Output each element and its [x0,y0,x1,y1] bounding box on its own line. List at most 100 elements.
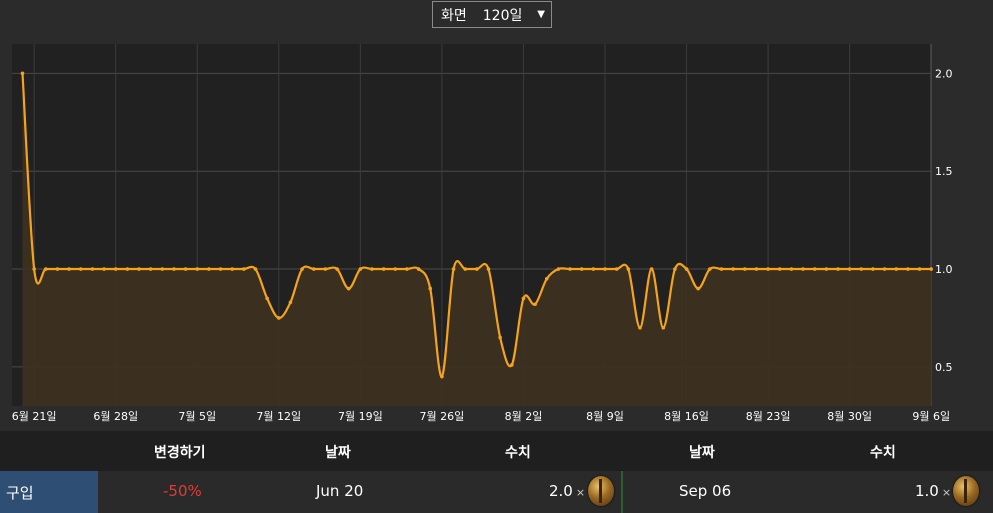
data-point [859,267,864,271]
data-point [358,267,363,271]
x-tick-label: 7월 19일 [338,409,383,423]
data-point [754,267,759,271]
data-point [405,267,409,271]
data-point [871,267,875,271]
times-sign: × [941,486,952,499]
data-point [183,267,188,271]
data-point [148,267,153,271]
data-point [55,267,60,271]
chart-svg: 0.5 1.0 1.5 2.0 6월 21일 6월 28일 7월 5일 7월 12일 7월 19… [12,44,953,423]
data-point [486,267,491,271]
data-point [125,267,130,271]
data-point [719,267,724,271]
x-tick-label: 7월 5일 [178,409,216,423]
data-point [906,267,910,271]
data-point [207,267,211,271]
x-tick-label: 8월 30일 [827,409,872,423]
x-tick-label: 6월 28일 [93,409,138,423]
data-point [579,267,584,271]
data-point [463,267,468,271]
data-point [743,267,747,271]
price-chart: 0.5 1.0 1.5 2.0 6월 21일 6월 28일 7월 5일 7월 12일 7월 19… [0,30,993,430]
data-point [440,374,444,379]
data-point [894,267,899,271]
data-point [277,316,281,320]
header-date-2: 날짜 [689,445,715,461]
data-point [917,267,922,271]
data-point [20,71,25,76]
data-point [253,267,258,271]
data-point [882,267,887,271]
view-select-value: 120일 [482,7,523,24]
data-point [475,267,479,271]
data-point [568,267,572,271]
data-point [370,267,374,271]
data-point [708,267,712,271]
row-type-label: 구입 [6,484,34,502]
data-point [195,267,200,271]
data-point [603,267,607,271]
data-point [265,296,269,301]
data-point [824,267,829,271]
data-point [661,325,666,330]
data-point [381,267,386,271]
value-2-amount: 1.0 [915,482,939,500]
data-point [90,267,95,271]
data-point [626,267,631,271]
data-point [416,267,421,271]
x-tick-label: 8월 2일 [505,409,543,423]
data-point [777,267,782,271]
top-bar: 화면 120일 ▼ [0,0,993,30]
times-sign: × [575,486,586,499]
date-2-value: Sep 06 [679,482,732,500]
data-point [521,296,526,301]
data-point [78,267,83,271]
header-value-2: 수치 [870,445,896,461]
data-point [44,267,48,271]
data-point [67,267,71,271]
data-point [510,363,514,367]
table-header: 변경하기 날짜 수치 날짜 수치 [0,431,993,471]
y-tick-label: 2.0 [935,67,953,80]
data-point [731,267,735,271]
data-point [346,286,351,291]
x-tick-label: 8월 23일 [746,409,791,423]
row-type-cell: 구입 [0,471,98,513]
data-point [673,267,677,271]
view-select-label: 화면 [441,7,467,24]
data-point [242,267,246,271]
data-point [847,267,852,271]
y-tick-label: 1.5 [935,165,953,178]
data-point [801,267,805,271]
data-point [766,267,770,271]
x-tick-label: 8월 9일 [586,409,624,423]
data-point [300,267,304,271]
data-point [929,267,933,271]
value-1-amount: 2.0 [549,482,573,500]
data-point [533,302,537,307]
data-point [32,267,36,271]
data-point [113,267,118,271]
data-point [684,267,689,271]
y-tick-label: 0.5 [935,361,953,374]
data-point [288,300,293,305]
data-point [335,267,339,271]
data-point [696,286,700,291]
header-date-1: 날짜 [325,445,351,461]
x-tick-label: 8월 16일 [664,409,709,423]
data-point [323,267,328,271]
header-change: 변경하기 [154,445,206,461]
data-point [789,267,794,271]
x-tick-label: 7월 26일 [420,409,465,423]
x-tick-label: 9월 6일 [912,409,950,423]
data-point [638,325,642,330]
data-point [614,267,619,271]
data-point [812,267,817,271]
view-range-select[interactable]: 화면 120일 ▼ [432,1,552,28]
change-value: -50% [163,482,202,500]
data-point [591,267,596,271]
currency-orb-icon [953,476,979,506]
column-divider [621,471,623,513]
data-point [230,267,234,271]
table-row: 구입 -50% Jun 20 2.0 × Sep 06 1.0 × [0,471,993,513]
